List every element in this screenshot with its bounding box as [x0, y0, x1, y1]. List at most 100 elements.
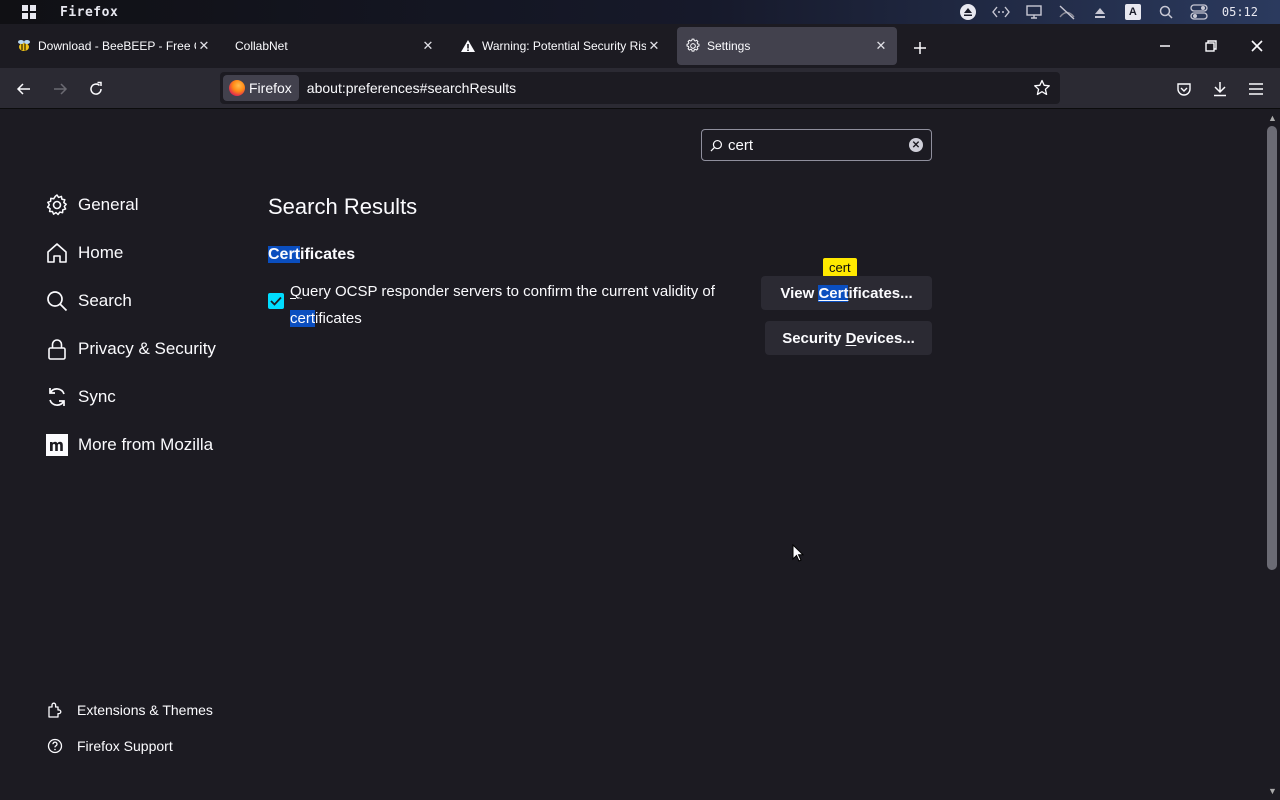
- eject-icon[interactable]: [956, 0, 980, 24]
- tab-label: Download - BeeBEEP - Free Offi: [38, 39, 196, 53]
- clock: 05:12: [1221, 5, 1258, 19]
- sidebar-item-label: More from Mozilla: [78, 435, 214, 454]
- close-icon: [1251, 40, 1263, 52]
- tab-security-warning[interactable]: Warning: Potential Security Risk ✕: [448, 27, 670, 65]
- bee-icon: [16, 38, 32, 54]
- sidebar-item-sync[interactable]: Sync: [44, 384, 116, 410]
- network-off-icon[interactable]: [1055, 0, 1079, 24]
- close-icon[interactable]: ✕: [420, 38, 436, 54]
- sidebar-item-label: Sync: [78, 387, 116, 406]
- sync-icon: [44, 384, 70, 410]
- search-highlight: cert: [290, 310, 316, 327]
- sidebar-item-more-from-mozilla[interactable]: More from Mozilla: [44, 432, 213, 458]
- search-icon[interactable]: [1154, 0, 1178, 24]
- os-top-bar: Firefox A 05:12: [0, 0, 1280, 24]
- search-match-tooltip: cert: [823, 258, 857, 282]
- button-label-prefix: View: [780, 284, 819, 302]
- scroll-up-icon[interactable]: ▲: [1268, 113, 1277, 123]
- button-label-rest: ificates...: [848, 284, 913, 302]
- tab-collabnet[interactable]: CollabNet ✕: [222, 27, 444, 65]
- restore-button[interactable]: [1188, 24, 1234, 68]
- keyboard-layout-letter: A: [1124, 4, 1141, 20]
- close-icon[interactable]: ✕: [646, 38, 662, 54]
- keyboard-layout-icon[interactable]: A: [1121, 0, 1145, 24]
- firefox-logo-icon: [229, 80, 245, 96]
- reload-button[interactable]: [81, 74, 111, 104]
- identity-label: Firefox: [249, 80, 292, 96]
- code-icon[interactable]: [989, 0, 1013, 24]
- upload-icon[interactable]: [1088, 0, 1112, 24]
- help-icon: [44, 735, 66, 757]
- warning-icon: [460, 38, 476, 54]
- sidebar-item-label: Privacy & Security: [78, 339, 216, 358]
- bookmark-star-button[interactable]: [1030, 76, 1054, 100]
- checkmark-icon: [270, 296, 282, 306]
- scrollbar-thumb[interactable]: [1267, 126, 1277, 570]
- extensions-themes-label: Extensions & Themes: [77, 702, 213, 718]
- search-highlight: Cert: [818, 284, 849, 302]
- pocket-icon: [1177, 83, 1191, 96]
- sidebar-item-label: Search: [78, 291, 132, 310]
- certificates-heading: Certificates: [268, 246, 355, 264]
- monitor-icon[interactable]: [1022, 0, 1046, 24]
- tab-beebeep[interactable]: Download - BeeBEEP - Free Offi ✕: [4, 27, 220, 65]
- toggle-icon[interactable]: [1187, 0, 1211, 24]
- close-window-button[interactable]: [1234, 24, 1280, 68]
- ocsp-label[interactable]: Query OCSP responder servers to confirm …: [290, 278, 715, 332]
- close-icon[interactable]: ✕: [873, 38, 889, 54]
- search-icon: [44, 288, 70, 314]
- ocsp-checkbox[interactable]: [268, 293, 284, 309]
- tab-label: Settings: [707, 39, 751, 53]
- sidebar-item-label: General: [78, 195, 139, 214]
- clear-search-button[interactable]: ✕: [909, 138, 923, 152]
- menu-button[interactable]: [1241, 74, 1271, 104]
- gear-icon: [685, 38, 701, 54]
- sidebar-item-privacy[interactable]: Privacy & Security: [44, 336, 216, 362]
- gear-icon: [44, 192, 70, 218]
- mouse-cursor-icon: [792, 543, 805, 567]
- scroll-down-icon[interactable]: ▼: [1268, 786, 1277, 796]
- ocsp-setting: Query OCSP responder servers to confirm …: [268, 278, 738, 332]
- downloads-button[interactable]: [1205, 74, 1235, 104]
- back-arrow-icon: [16, 83, 30, 95]
- search-highlight: Cert: [268, 246, 301, 263]
- page-title: Search Results: [268, 194, 418, 219]
- back-button[interactable]: [9, 74, 39, 104]
- pocket-button[interactable]: [1169, 74, 1199, 104]
- forward-arrow-icon: [54, 83, 68, 95]
- restore-icon: [1205, 40, 1217, 52]
- minimize-button[interactable]: [1142, 24, 1188, 68]
- sidebar-item-home[interactable]: Home: [44, 240, 123, 266]
- minimize-icon: [1160, 45, 1170, 47]
- tab-settings[interactable]: Settings ✕: [677, 27, 897, 65]
- settings-search-input[interactable]: [728, 136, 898, 154]
- window-controls: [1142, 24, 1280, 68]
- windows-start-icon[interactable]: [22, 5, 36, 19]
- plus-icon: [914, 42, 926, 54]
- firefox-support-link[interactable]: Firefox Support: [44, 735, 173, 757]
- url-text[interactable]: about:preferences#searchResults: [307, 80, 516, 96]
- firefox-support-label: Firefox Support: [77, 738, 173, 754]
- settings-search-box[interactable]: ✕: [701, 129, 932, 161]
- close-icon[interactable]: ✕: [196, 38, 212, 54]
- download-icon: [1214, 82, 1226, 97]
- scrollbar[interactable]: ▲ ▼: [1264, 110, 1280, 800]
- security-devices-button[interactable]: Security Devices...: [765, 321, 932, 355]
- reload-icon: [90, 81, 102, 95]
- new-tab-button[interactable]: [906, 34, 934, 62]
- search-icon: [710, 139, 726, 152]
- tab-label: CollabNet: [235, 39, 288, 53]
- forward-button[interactable]: [45, 74, 75, 104]
- sidebar-item-general[interactable]: General: [44, 192, 138, 218]
- heading-rest: ificates: [300, 246, 356, 263]
- view-certificates-button[interactable]: View Cert ificates...: [761, 276, 932, 310]
- ocsp-accesskey: Q: [290, 283, 302, 300]
- sidebar-item-search[interactable]: Search: [44, 288, 132, 314]
- navigation-bar: Firefox about:preferences#searchResults: [0, 68, 1280, 109]
- tab-strip: Download - BeeBEEP - Free Offi ✕ CollabN…: [0, 24, 1280, 68]
- home-icon: [44, 240, 70, 266]
- identity-box[interactable]: Firefox: [223, 75, 299, 101]
- lock-icon: [44, 336, 70, 362]
- url-bar[interactable]: Firefox about:preferences#searchResults: [220, 72, 1060, 104]
- extensions-themes-link[interactable]: Extensions & Themes: [44, 699, 213, 721]
